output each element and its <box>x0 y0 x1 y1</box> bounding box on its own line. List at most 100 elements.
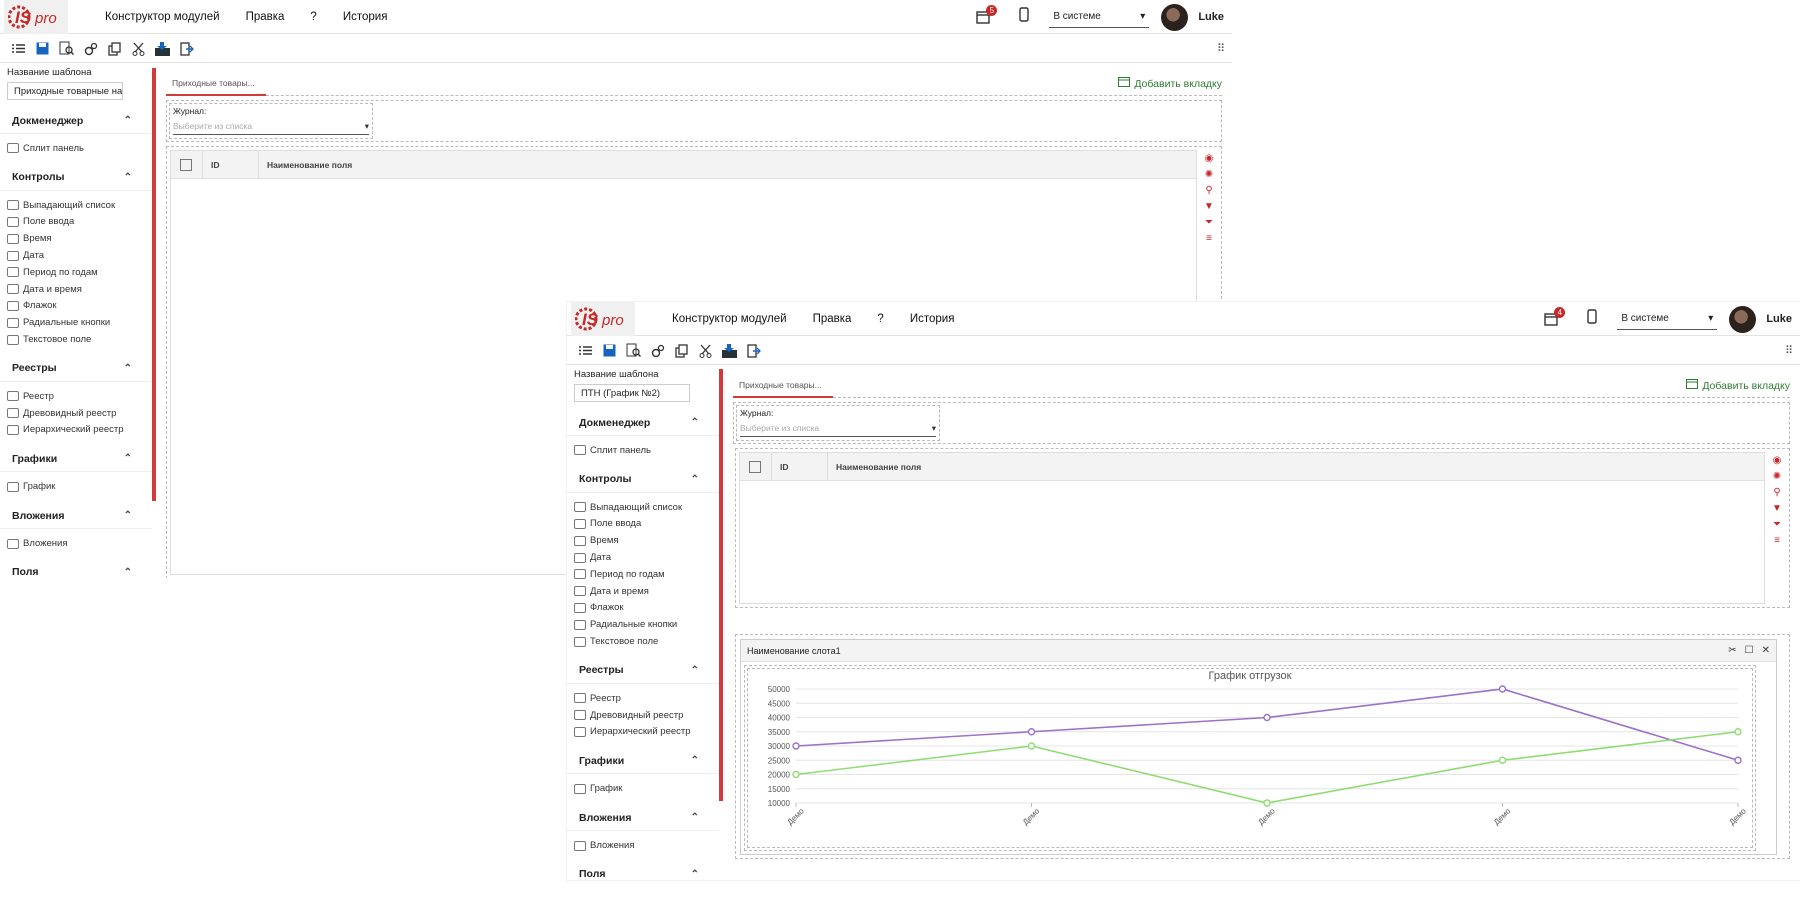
item-time[interactable]: Время <box>567 532 719 549</box>
item-datetime[interactable]: Дата и время <box>567 583 719 600</box>
add-tab-button[interactable]: Добавить вкладку <box>1118 77 1222 90</box>
list-icon[interactable] <box>10 40 27 57</box>
avatar[interactable] <box>1729 305 1757 333</box>
pin-icon[interactable]: ▼ <box>1772 503 1782 515</box>
add-tab-button[interactable]: Добавить вкладку <box>1686 379 1790 392</box>
section-docmanager[interactable]: Докменеджер ⌃ <box>0 108 152 134</box>
menu-edit[interactable]: Правка <box>813 313 852 325</box>
mobile-icon[interactable] <box>1019 7 1030 27</box>
import-icon[interactable] <box>154 40 171 57</box>
close-icon[interactable]: ✕ <box>1762 645 1770 656</box>
menu-help[interactable]: ? <box>877 313 883 325</box>
column-id[interactable]: ID <box>203 160 258 170</box>
item-input[interactable]: Поле ввода <box>567 516 719 533</box>
palette-icon[interactable]: ✺ <box>1205 169 1213 181</box>
item-hier-register[interactable]: Иерархический реестр <box>567 724 719 741</box>
section-registers[interactable]: Реестры ⌃ <box>567 658 719 684</box>
journal-select[interactable]: Журнал: Выберите из списка ▾ <box>736 405 940 441</box>
item-year-period[interactable]: Период по годам <box>0 264 152 281</box>
filter-icon[interactable]: ⏷ <box>1773 519 1781 531</box>
item-chart[interactable]: График <box>0 478 152 495</box>
item-date[interactable]: Дата <box>0 247 152 264</box>
search-icon[interactable]: ⚲ <box>1773 487 1780 499</box>
copy-icon[interactable] <box>106 40 123 57</box>
preview-icon[interactable] <box>625 342 642 359</box>
unpin-icon[interactable]: ✂ <box>1728 645 1736 656</box>
list-icon[interactable] <box>577 342 594 359</box>
drag-handle-icon[interactable]: ⠿ <box>1785 344 1793 357</box>
eye-icon[interactable]: ◉ <box>1205 153 1214 165</box>
save-icon[interactable] <box>34 40 51 57</box>
section-fields[interactable]: Поля ⌃ <box>567 862 719 880</box>
item-datetime[interactable]: Дата и время <box>0 281 152 298</box>
menu-help[interactable]: ? <box>310 11 316 23</box>
status-select[interactable]: В системе ▾ <box>1617 308 1718 330</box>
item-attachments[interactable]: Вложения <box>567 837 719 854</box>
menu-history[interactable]: История <box>343 11 388 23</box>
status-select[interactable]: В системе ▾ <box>1049 6 1150 28</box>
copy-icon[interactable] <box>673 342 690 359</box>
save-icon[interactable] <box>601 342 618 359</box>
exit-icon[interactable] <box>178 40 195 57</box>
menu-module-constructor[interactable]: Конструктор модулей <box>105 11 220 23</box>
section-charts[interactable]: Графики ⌃ <box>567 748 719 775</box>
mobile-icon[interactable] <box>1587 309 1598 329</box>
section-registers[interactable]: Реестры ⌃ <box>0 356 152 382</box>
item-tree-register[interactable]: Древовидный реестр <box>567 707 719 724</box>
column-field-name[interactable]: Наименование поля <box>828 462 921 472</box>
section-charts[interactable]: Графики ⌃ <box>0 446 152 473</box>
avatar[interactable] <box>1161 3 1189 31</box>
item-dropdown[interactable]: Выпадающий список <box>0 197 152 214</box>
preview-icon[interactable] <box>58 40 75 57</box>
sort-icon[interactable]: ≡ <box>1774 535 1780 547</box>
settings-icon[interactable] <box>649 342 666 359</box>
item-hier-register[interactable]: Иерархический реестр <box>0 422 152 439</box>
item-register[interactable]: Реестр <box>0 388 152 405</box>
section-docmanager[interactable]: Докменеджер ⌃ <box>567 410 719 436</box>
item-radio[interactable]: Радиальные кнопки <box>0 314 152 331</box>
column-id[interactable]: ID <box>772 462 827 472</box>
section-fields[interactable]: Поля ⌃ <box>0 560 152 578</box>
calendar-icon[interactable]: 4 <box>1541 307 1566 329</box>
menu-edit[interactable]: Правка <box>246 11 285 23</box>
item-radio[interactable]: Радиальные кнопки <box>567 616 719 633</box>
settings-icon[interactable] <box>82 40 99 57</box>
sort-icon[interactable]: ≡ <box>1206 233 1212 245</box>
pin-icon[interactable]: ▼ <box>1204 201 1214 213</box>
palette-icon[interactable]: ✺ <box>1773 471 1781 483</box>
calendar-icon[interactable]: 5 <box>973 5 998 27</box>
item-attachments[interactable]: Вложения <box>0 535 152 552</box>
tab-incoming-goods[interactable]: Приходные товары... <box>733 376 833 398</box>
exit-icon[interactable] <box>745 342 762 359</box>
item-dropdown[interactable]: Выпадающий список <box>567 499 719 516</box>
column-field-name[interactable]: Наименование поля <box>259 160 352 170</box>
drag-handle-icon[interactable]: ⠿ <box>1217 42 1225 55</box>
sidebar-resize-handle[interactable] <box>719 369 723 801</box>
search-icon[interactable]: ⚲ <box>1205 185 1212 197</box>
item-register[interactable]: Реестр <box>567 690 719 707</box>
menu-module-constructor[interactable]: Конструктор модулей <box>672 313 787 325</box>
maximize-icon[interactable]: ☐ <box>1745 645 1754 656</box>
journal-select[interactable]: Журнал: Выберите из списка ▾ <box>169 103 373 139</box>
template-name-input[interactable]: ПТН (График №2) <box>574 384 690 402</box>
tab-incoming-goods[interactable]: Приходные товары... <box>166 74 266 96</box>
item-split-panel[interactable]: Сплит панель <box>567 442 719 459</box>
item-time[interactable]: Время <box>0 230 152 247</box>
template-name-input[interactable]: Приходные товарные на <box>7 82 123 100</box>
section-controls[interactable]: Контролы ⌃ <box>567 467 719 493</box>
cut-icon[interactable] <box>697 342 714 359</box>
item-split-panel[interactable]: Сплит панель <box>0 140 152 157</box>
import-icon[interactable] <box>721 342 738 359</box>
item-textarea[interactable]: Текстовое поле <box>0 331 152 348</box>
section-controls[interactable]: Контролы ⌃ <box>0 165 152 191</box>
item-tree-register[interactable]: Древовидный реестр <box>0 405 152 422</box>
sidebar-resize-handle[interactable] <box>152 68 156 501</box>
section-attachments[interactable]: Вложения ⌃ <box>0 503 152 530</box>
item-year-period[interactable]: Период по годам <box>567 566 719 583</box>
item-chart[interactable]: График <box>567 780 719 797</box>
item-input[interactable]: Поле ввода <box>0 214 152 231</box>
section-attachments[interactable]: Вложения ⌃ <box>567 805 719 832</box>
item-checkbox[interactable]: Флажок <box>567 600 719 617</box>
cut-icon[interactable] <box>130 40 147 57</box>
eye-icon[interactable]: ◉ <box>1773 455 1782 467</box>
